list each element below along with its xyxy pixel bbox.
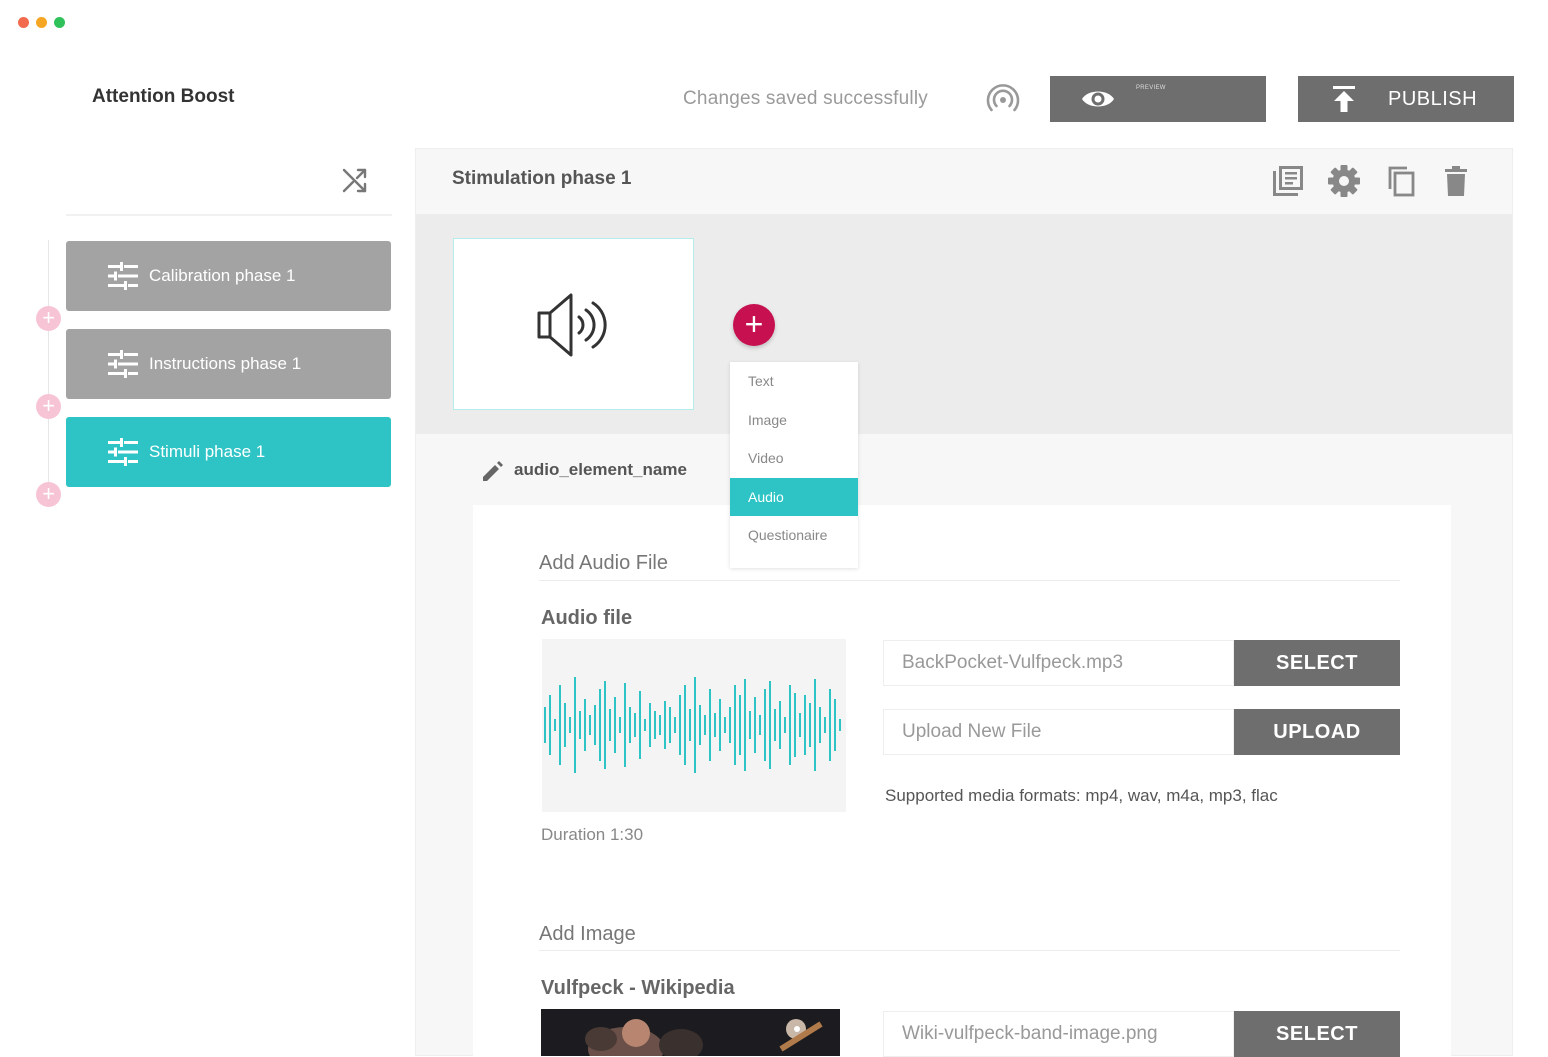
window-controls [18, 17, 65, 28]
trash-icon[interactable] [1439, 164, 1473, 198]
audio-current-file-field[interactable]: BackPocket-Vulfpeck.mp3 [883, 640, 1234, 686]
pencil-icon[interactable] [482, 460, 504, 482]
select-image-button[interactable]: SELECT [1234, 1011, 1400, 1057]
gear-icon[interactable] [1327, 164, 1361, 198]
menu-item-video[interactable]: Video [730, 439, 858, 478]
menu-item-audio[interactable]: Audio [730, 477, 858, 517]
image-thumbnail [541, 1009, 840, 1056]
save-status-text: Changes saved successfully [683, 88, 928, 109]
upload-icon [1333, 86, 1355, 112]
minimize-window-dot[interactable] [36, 17, 47, 28]
broadcast-icon[interactable] [986, 84, 1020, 114]
upload-audio-field[interactable]: Upload New File [883, 709, 1234, 755]
menu-item-text[interactable]: Text [730, 362, 858, 401]
add-phase-button[interactable]: + [36, 306, 61, 331]
library-icon[interactable] [1271, 164, 1305, 198]
phase-label: Instructions phase 1 [149, 354, 302, 373]
speaker-icon [537, 293, 607, 357]
add-audio-section-title: Add Audio File [539, 552, 668, 574]
add-image-section-title: Add Image [539, 923, 636, 945]
audio-file-label: Audio file [541, 607, 633, 629]
sliders-icon [108, 350, 138, 378]
publish-button[interactable]: PUBLISH [1298, 76, 1514, 122]
menu-item-image[interactable]: Image [730, 401, 858, 440]
phase-title: Stimulation phase 1 [452, 168, 632, 189]
element-name-label[interactable]: audio_element_name [514, 460, 687, 480]
audio-duration: Duration 1:30 [541, 825, 644, 844]
phase-label: Stimuli phase 1 [149, 442, 266, 461]
section-divider [539, 580, 1400, 581]
phase-item-calibration[interactable]: Calibration phase 1 [66, 241, 391, 311]
add-phase-button[interactable]: + [36, 482, 61, 507]
publish-label: PUBLISH [1388, 88, 1478, 110]
supported-formats-note: Supported media formats: mp4, wav, m4a, … [885, 786, 1278, 805]
sliders-icon [108, 262, 138, 290]
add-element-menu: Text Image Video Audio Questionaire [730, 362, 858, 568]
close-window-dot[interactable] [18, 17, 29, 28]
eye-icon [1082, 91, 1114, 107]
copy-icon[interactable] [1385, 164, 1419, 198]
select-audio-button[interactable]: SELECT [1234, 640, 1400, 686]
app-title: Attention Boost [92, 86, 235, 107]
shuffle-icon[interactable] [341, 166, 369, 194]
sidebar-divider [66, 214, 392, 216]
maximize-window-dot[interactable] [54, 17, 65, 28]
menu-item-questionaire[interactable]: Questionaire [730, 516, 858, 555]
preview-label: PREVIEW [1136, 85, 1166, 91]
phase-item-stimuli[interactable]: Stimuli phase 1 [66, 417, 391, 487]
phase-label: Calibration phase 1 [149, 266, 296, 285]
preview-button[interactable]: PREVIEW [1050, 76, 1266, 122]
section-divider [539, 950, 1400, 951]
phase-item-instructions[interactable]: Instructions phase 1 [66, 329, 391, 399]
sliders-icon [108, 438, 138, 466]
upload-audio-button[interactable]: UPLOAD [1234, 709, 1400, 755]
audio-waveform [542, 639, 846, 812]
image-field-label: Vulfpeck - Wikipedia [541, 977, 735, 999]
add-phase-button[interactable]: + [36, 394, 61, 419]
phase-tree-line [48, 240, 49, 490]
add-element-button[interactable]: + [733, 304, 775, 346]
audio-element-card[interactable] [453, 238, 694, 410]
image-current-file-field[interactable]: Wiki-vulfpeck-band-image.png [883, 1011, 1234, 1057]
